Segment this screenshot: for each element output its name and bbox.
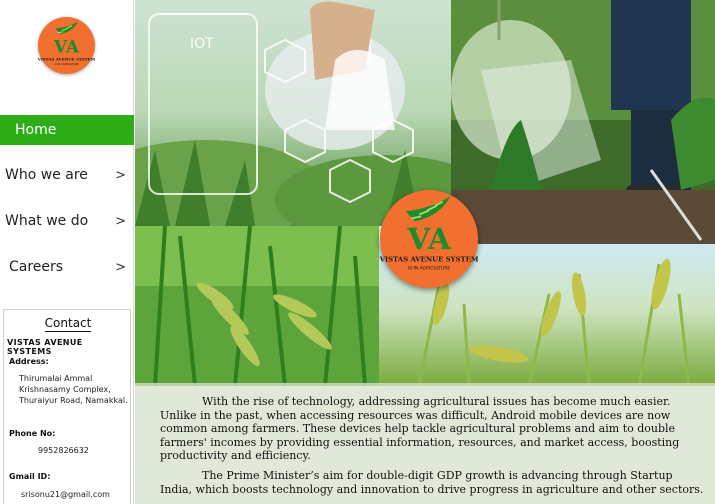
nav-home[interactable]: Home xyxy=(0,115,134,145)
about-text-panel: With the rise of technology, addressing … xyxy=(135,383,715,504)
svg-text:VA: VA xyxy=(53,37,80,57)
nav-what-we-do-label: What we do xyxy=(5,213,89,229)
nav-home-label: Home xyxy=(15,122,57,138)
chevron-right-icon: > xyxy=(115,213,126,229)
logo-mark-icon: VA VISTAS AVENUE SYSTEM AI IN AGRICULTUR… xyxy=(379,195,479,271)
nav-careers[interactable]: Careers > xyxy=(0,252,134,282)
rice-field-image xyxy=(135,226,379,386)
nav-who-we-are-label: Who we are xyxy=(5,167,88,183)
address-text: Thirumalai Ammal Krishnasamy Complex, Th… xyxy=(19,374,128,405)
email-address[interactable]: srisonu21@gmail.com xyxy=(21,489,131,500)
crop-spraying-image xyxy=(451,0,715,244)
svg-text:AI IN AGRICULTURE: AI IN AGRICULTURE xyxy=(408,265,451,271)
nav-who-we-are[interactable]: Who we are > xyxy=(0,160,134,190)
intro-paragraph: With the rise of technology, addressing … xyxy=(160,395,680,463)
brand-logo[interactable]: VA VISTAS AVENUE SYSTEM AI IN AGRICULTUR… xyxy=(37,17,96,74)
brand-logo-large: VA VISTAS AVENUE SYSTEM AI IN AGRICULTUR… xyxy=(379,190,479,288)
email-label: Gmail ID: xyxy=(9,472,51,481)
sidebar: VA VISTAS AVENUE SYSTEM AI IN AGRICULTUR… xyxy=(0,0,134,504)
nav-careers-label: Careers xyxy=(9,259,64,275)
company-name: VISTAS AVENUE SYSTEMS xyxy=(7,338,83,356)
svg-text:VISTAS AVENUE SYSTEM: VISTAS AVENUE SYSTEM xyxy=(380,256,478,264)
chevron-right-icon: > xyxy=(115,167,126,183)
contact-panel: Contact VISTAS AVENUE SYSTEMS Address: T… xyxy=(3,309,131,504)
svg-text:IOT: IOT xyxy=(190,36,214,52)
contact-title: Contact xyxy=(44,316,92,332)
nav-what-we-do[interactable]: What we do > xyxy=(0,206,134,236)
chevron-right-icon: > xyxy=(115,259,126,275)
phone-number[interactable]: 9952826632 xyxy=(38,445,148,456)
address-label: Address: xyxy=(9,357,49,366)
gdp-paragraph: The Prime Minister’s aim for double-digi… xyxy=(160,469,704,496)
phone-label: Phone No: xyxy=(9,429,56,438)
svg-text:VA: VA xyxy=(406,221,452,256)
logo-mark-icon: VA VISTAS AVENUE SYSTEM AI IN AGRICULTUR… xyxy=(37,21,96,66)
svg-text:VISTAS AVENUE SYSTEM: VISTAS AVENUE SYSTEM xyxy=(38,56,95,61)
svg-text:AI IN AGRICULTURE: AI IN AGRICULTURE xyxy=(54,62,79,66)
